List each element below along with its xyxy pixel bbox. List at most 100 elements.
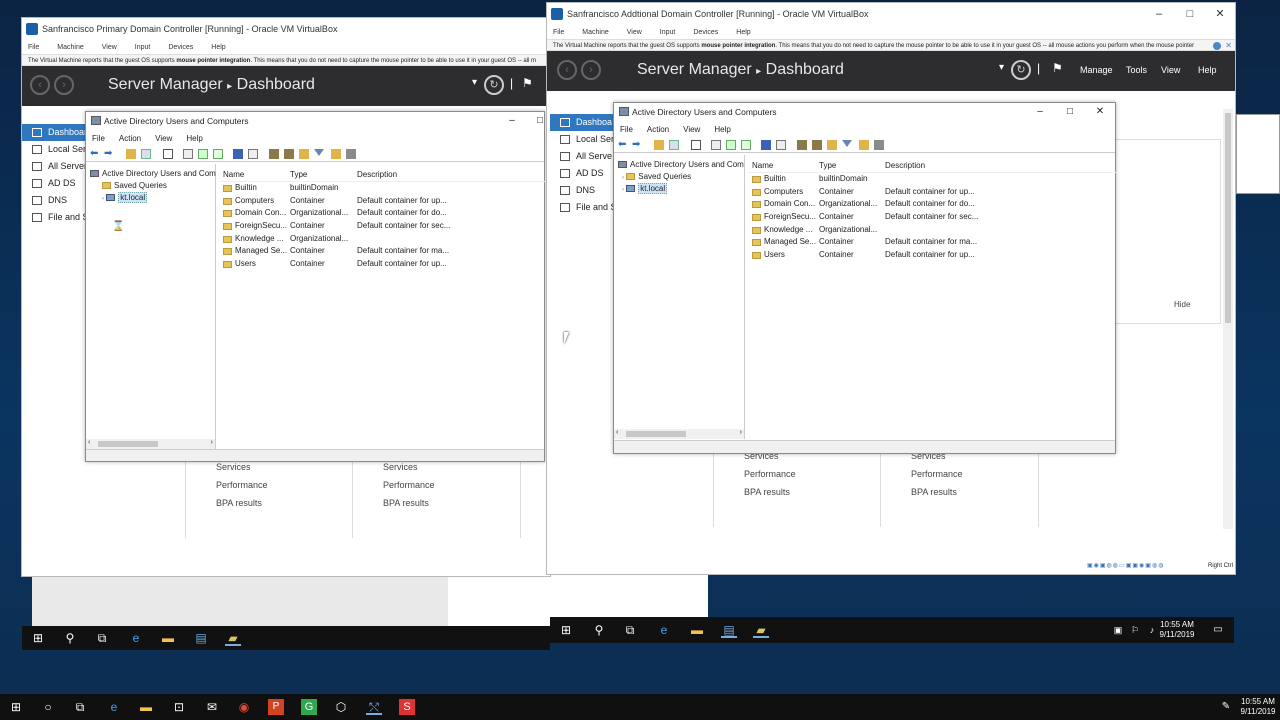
- edge-icon[interactable]: e: [656, 622, 672, 638]
- help-icon[interactable]: [233, 149, 243, 159]
- delete-icon[interactable]: [163, 149, 173, 159]
- powerpoint-icon[interactable]: P: [268, 699, 284, 715]
- tree-root[interactable]: Active Directory Users and Com: [90, 168, 216, 180]
- menu-action[interactable]: Action: [647, 125, 669, 134]
- pen-icon[interactable]: ✎: [1218, 699, 1234, 715]
- folder-icon[interactable]: ▬: [689, 622, 705, 638]
- list-item[interactable]: Users Container Default container for up..…: [748, 249, 1116, 262]
- refresh-icon[interactable]: ↻: [484, 75, 504, 95]
- sm-vscrollbar[interactable]: [1223, 109, 1233, 529]
- menu-file[interactable]: File: [620, 125, 633, 134]
- vbox-status-icons[interactable]: ▣◉▣◍◍▭▣▣◉▣◍◍: [1087, 562, 1164, 569]
- tile-performance[interactable]: Performance: [744, 465, 880, 483]
- up-folder-icon[interactable]: [654, 140, 664, 150]
- tree-domain[interactable]: › kt.local: [90, 192, 215, 204]
- notifications-icon[interactable]: ▭: [1210, 622, 1226, 638]
- menu-view[interactable]: View: [627, 29, 642, 36]
- col-name[interactable]: Name: [752, 159, 773, 173]
- menu-view[interactable]: View: [155, 134, 172, 143]
- flag-icon[interactable]: ⚑: [1052, 61, 1063, 75]
- task-view-icon[interactable]: ⧉: [72, 699, 88, 715]
- menu-machine[interactable]: Machine: [582, 29, 608, 36]
- list-item[interactable]: Managed Se... Container Default container …: [748, 236, 1116, 249]
- task-view-icon[interactable]: ⧉: [622, 622, 638, 638]
- folder-icon[interactable]: ▬: [138, 699, 154, 715]
- menu-file[interactable]: File: [553, 29, 564, 36]
- right-aduc-window[interactable]: Active Directory Users and Computers – □…: [613, 102, 1116, 454]
- remote-tool-icon[interactable]: ⤲: [366, 699, 382, 715]
- refresh-icon[interactable]: [726, 140, 736, 150]
- add-to-group-icon[interactable]: [859, 140, 869, 150]
- manage-menu[interactable]: Manage: [1080, 65, 1113, 75]
- list-item[interactable]: ForeignSecu... Container Default container…: [219, 220, 545, 233]
- filter-icon[interactable]: [842, 140, 852, 147]
- col-description[interactable]: Description: [885, 159, 925, 173]
- list-item[interactable]: Knowledge ... Organizational...: [748, 224, 1116, 237]
- new-user-icon[interactable]: [269, 149, 279, 159]
- forward-arrow-icon[interactable]: ›: [54, 75, 74, 95]
- chrome-icon[interactable]: ◉: [236, 699, 252, 715]
- list-item[interactable]: Managed Se... Container Default container …: [219, 245, 545, 258]
- help-menu[interactable]: Help: [1198, 65, 1217, 75]
- tile-bpa[interactable]: BPA results: [911, 483, 1038, 501]
- start-icon[interactable]: ⊞: [30, 630, 46, 646]
- new-user-icon[interactable]: [797, 140, 807, 150]
- minimize-button[interactable]: –: [1144, 3, 1174, 25]
- new-group-icon[interactable]: [284, 149, 294, 159]
- console-tree-icon[interactable]: [141, 149, 151, 159]
- col-description[interactable]: Description: [357, 168, 397, 182]
- left-vm-titlebar[interactable]: Sanfrancisco Primary Domain Controller […: [22, 18, 550, 40]
- menu-devices[interactable]: Devices: [168, 44, 193, 51]
- sidebar-item-dashboard[interactable]: Dashboa: [550, 114, 614, 131]
- list-item[interactable]: Users Container Default container for up..…: [219, 258, 545, 271]
- sidebar-item-dashboard[interactable]: Dashboard: [22, 124, 92, 141]
- minimize-button[interactable]: –: [498, 112, 526, 130]
- sidebar-item-all-servers[interactable]: All Serve: [550, 148, 614, 165]
- filter-icon[interactable]: [314, 149, 324, 156]
- tile-performance[interactable]: Performance: [383, 476, 520, 494]
- view-icon[interactable]: [248, 149, 258, 159]
- back-icon[interactable]: ⬅: [618, 140, 628, 150]
- search-icon[interactable]: ⚲: [591, 622, 607, 638]
- list-item[interactable]: ForeignSecu... Container Default container…: [748, 211, 1116, 224]
- tree-saved-queries[interactable]: Saved Queries: [90, 180, 215, 192]
- menu-input[interactable]: Input: [660, 29, 676, 36]
- col-name[interactable]: Name: [223, 168, 244, 182]
- help-icon[interactable]: [761, 140, 771, 150]
- menu-input[interactable]: Input: [135, 44, 151, 51]
- sidebar-item-file-storage[interactable]: File and S: [550, 199, 617, 216]
- list-item[interactable]: Domain Con... Organizational... Default co…: [219, 207, 545, 220]
- maximize-button[interactable]: □: [1056, 103, 1084, 121]
- flag-icon[interactable]: ⚑: [522, 76, 533, 90]
- list-item[interactable]: Computers Container Default container for …: [748, 186, 1116, 199]
- folder-icon[interactable]: ▬: [160, 630, 176, 646]
- tools-menu[interactable]: Tools: [1126, 65, 1147, 75]
- menu-file[interactable]: File: [92, 134, 105, 143]
- tree-root[interactable]: Active Directory Users and Com: [618, 159, 744, 171]
- task-view-icon[interactable]: ⧉: [94, 630, 110, 646]
- export-icon[interactable]: [213, 149, 223, 159]
- tile-bpa[interactable]: BPA results: [216, 494, 352, 512]
- cortana-icon[interactable]: ○: [40, 699, 56, 715]
- menu-help[interactable]: Help: [211, 44, 225, 51]
- aduc-titlebar[interactable]: Active Directory Users and Computers – □…: [614, 103, 1115, 121]
- close-notice-icon[interactable]: ✕: [1225, 40, 1232, 50]
- search-icon[interactable]: ⚲: [62, 630, 78, 646]
- refresh-icon[interactable]: [198, 149, 208, 159]
- tile-performance[interactable]: Performance: [911, 465, 1038, 483]
- tile-bpa[interactable]: BPA results: [744, 483, 880, 501]
- col-type[interactable]: Type: [819, 159, 836, 173]
- sidebar-item-all-servers[interactable]: All Server: [22, 158, 87, 175]
- camtasia-icon[interactable]: G: [301, 699, 317, 715]
- find-icon[interactable]: [874, 140, 884, 150]
- minimize-button[interactable]: –: [1026, 103, 1054, 121]
- info-icon[interactable]: [1213, 42, 1221, 50]
- dropdown-arrow-icon[interactable]: ▾: [999, 62, 1004, 73]
- tree-hscrollbar[interactable]: ‹ ›: [614, 429, 744, 439]
- menu-machine[interactable]: Machine: [57, 44, 83, 51]
- dropdown-arrow-icon[interactable]: ▾: [472, 77, 477, 88]
- sidebar-item-local-server[interactable]: Local Ser: [22, 141, 87, 158]
- sidebar-item-file-storage[interactable]: File and S: [22, 209, 89, 226]
- tile-bpa[interactable]: BPA results: [383, 494, 520, 512]
- edge-icon[interactable]: e: [128, 630, 144, 646]
